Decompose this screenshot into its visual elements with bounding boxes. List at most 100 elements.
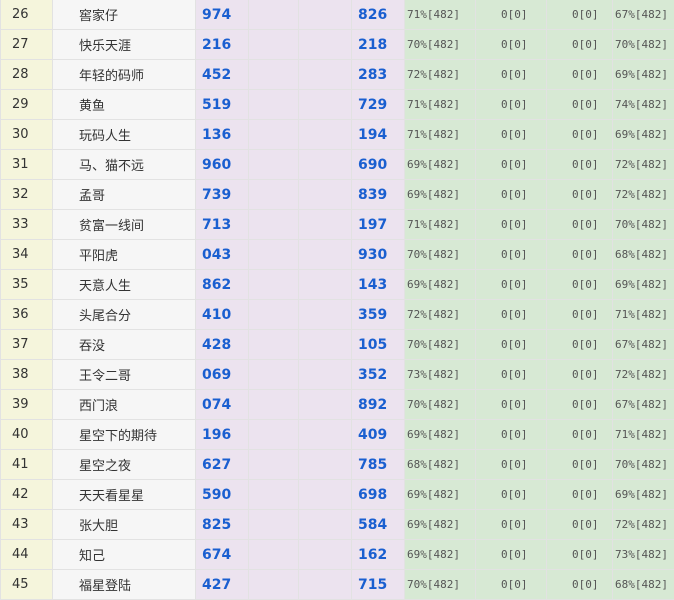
number-b-cell: 715 xyxy=(352,570,405,600)
player-name-cell[interactable]: 年轻的码师 xyxy=(53,60,196,90)
player-name-cell[interactable]: 天天看星星 xyxy=(53,480,196,510)
empty-cell xyxy=(249,0,299,30)
rate-a-cell: 70%[482] xyxy=(405,30,476,60)
zero-a-cell: 0[0] xyxy=(476,360,547,390)
number-a-cell: 043 xyxy=(196,240,249,270)
player-name-cell[interactable]: 知己 xyxy=(53,540,196,570)
table-row: 44知己67416269%[482]0[0]0[0]73%[482] xyxy=(1,540,674,570)
table-row: 37吞没42810570%[482]0[0]0[0]67%[482] xyxy=(1,330,674,360)
rate-a-cell: 71%[482] xyxy=(405,0,476,30)
empty-cell xyxy=(299,450,352,480)
player-name-cell[interactable]: 玩码人生 xyxy=(53,120,196,150)
number-b-cell: 409 xyxy=(352,420,405,450)
number-a-cell: 862 xyxy=(196,270,249,300)
player-name-cell[interactable]: 王令二哥 xyxy=(53,360,196,390)
empty-cell xyxy=(249,450,299,480)
table-row: 32孟哥73983969%[482]0[0]0[0]72%[482] xyxy=(1,180,674,210)
empty-cell xyxy=(299,300,352,330)
zero-b-cell: 0[0] xyxy=(547,420,613,450)
number-a-cell: 825 xyxy=(196,510,249,540)
player-name-cell[interactable]: 窖家仔 xyxy=(53,0,196,30)
zero-b-cell: 0[0] xyxy=(547,570,613,600)
number-b-cell: 785 xyxy=(352,450,405,480)
zero-b-cell: 0[0] xyxy=(547,330,613,360)
rate-b-cell: 71%[482] xyxy=(613,300,674,330)
number-b-cell: 584 xyxy=(352,510,405,540)
rank-cell: 31 xyxy=(1,150,53,180)
table-row: 29黄鱼51972971%[482]0[0]0[0]74%[482] xyxy=(1,90,674,120)
rate-b-cell: 68%[482] xyxy=(613,570,674,600)
empty-cell xyxy=(299,210,352,240)
player-name-cell[interactable]: 天意人生 xyxy=(53,270,196,300)
rank-cell: 27 xyxy=(1,30,53,60)
table-row: 31马、猫不远96069069%[482]0[0]0[0]72%[482] xyxy=(1,150,674,180)
rate-a-cell: 71%[482] xyxy=(405,210,476,240)
rate-b-cell: 73%[482] xyxy=(613,540,674,570)
table-row: 36头尾合分41035972%[482]0[0]0[0]71%[482] xyxy=(1,300,674,330)
zero-a-cell: 0[0] xyxy=(476,90,547,120)
player-name-cell[interactable]: 吞没 xyxy=(53,330,196,360)
empty-cell xyxy=(249,180,299,210)
empty-cell xyxy=(249,30,299,60)
zero-a-cell: 0[0] xyxy=(476,510,547,540)
zero-b-cell: 0[0] xyxy=(547,90,613,120)
player-name-cell[interactable]: 孟哥 xyxy=(53,180,196,210)
number-b-cell: 930 xyxy=(352,240,405,270)
number-a-cell: 136 xyxy=(196,120,249,150)
empty-cell xyxy=(299,240,352,270)
player-name-cell[interactable]: 星空之夜 xyxy=(53,450,196,480)
number-b-cell: 143 xyxy=(352,270,405,300)
zero-a-cell: 0[0] xyxy=(476,480,547,510)
player-name-cell[interactable]: 西门浪 xyxy=(53,390,196,420)
empty-cell xyxy=(249,120,299,150)
player-name-cell[interactable]: 马、猫不远 xyxy=(53,150,196,180)
rate-a-cell: 70%[482] xyxy=(405,390,476,420)
rank-cell: 29 xyxy=(1,90,53,120)
rate-a-cell: 69%[482] xyxy=(405,150,476,180)
empty-cell xyxy=(249,90,299,120)
number-b-cell: 197 xyxy=(352,210,405,240)
player-name-cell[interactable]: 黄鱼 xyxy=(53,90,196,120)
rank-cell: 45 xyxy=(1,570,53,600)
empty-cell xyxy=(299,180,352,210)
player-name-cell[interactable]: 快乐天涯 xyxy=(53,30,196,60)
ranking-table: 26窖家仔97482671%[482]0[0]0[0]67%[482]27快乐天… xyxy=(0,0,674,600)
zero-b-cell: 0[0] xyxy=(547,540,613,570)
zero-a-cell: 0[0] xyxy=(476,450,547,480)
zero-a-cell: 0[0] xyxy=(476,30,547,60)
table-row: 41星空之夜62778568%[482]0[0]0[0]70%[482] xyxy=(1,450,674,480)
player-name-cell[interactable]: 福星登陆 xyxy=(53,570,196,600)
table-row: 27快乐天涯21621870%[482]0[0]0[0]70%[482] xyxy=(1,30,674,60)
player-name-cell[interactable]: 星空下的期待 xyxy=(53,420,196,450)
rate-b-cell: 72%[482] xyxy=(613,180,674,210)
empty-cell xyxy=(249,480,299,510)
empty-cell xyxy=(249,150,299,180)
empty-cell xyxy=(249,210,299,240)
number-b-cell: 359 xyxy=(352,300,405,330)
rate-b-cell: 68%[482] xyxy=(613,240,674,270)
rank-cell: 37 xyxy=(1,330,53,360)
rate-b-cell: 72%[482] xyxy=(613,150,674,180)
rank-cell: 32 xyxy=(1,180,53,210)
player-name-cell[interactable]: 张大胆 xyxy=(53,510,196,540)
player-name-cell[interactable]: 贫富一线间 xyxy=(53,210,196,240)
empty-cell xyxy=(249,420,299,450)
number-a-cell: 739 xyxy=(196,180,249,210)
player-name-cell[interactable]: 平阳虎 xyxy=(53,240,196,270)
number-a-cell: 974 xyxy=(196,0,249,30)
rate-b-cell: 69%[482] xyxy=(613,60,674,90)
number-b-cell: 194 xyxy=(352,120,405,150)
rate-b-cell: 72%[482] xyxy=(613,510,674,540)
table-row: 30玩码人生13619471%[482]0[0]0[0]69%[482] xyxy=(1,120,674,150)
number-b-cell: 690 xyxy=(352,150,405,180)
table-row: 42天天看星星59069869%[482]0[0]0[0]69%[482] xyxy=(1,480,674,510)
table-row: 38王令二哥06935273%[482]0[0]0[0]72%[482] xyxy=(1,360,674,390)
table-row: 40星空下的期待19640969%[482]0[0]0[0]71%[482] xyxy=(1,420,674,450)
player-name-cell[interactable]: 头尾合分 xyxy=(53,300,196,330)
empty-cell xyxy=(299,570,352,600)
table-row: 33贫富一线间71319771%[482]0[0]0[0]70%[482] xyxy=(1,210,674,240)
number-b-cell: 839 xyxy=(352,180,405,210)
table-row: 28年轻的码师45228372%[482]0[0]0[0]69%[482] xyxy=(1,60,674,90)
rank-cell: 34 xyxy=(1,240,53,270)
rate-a-cell: 71%[482] xyxy=(405,90,476,120)
